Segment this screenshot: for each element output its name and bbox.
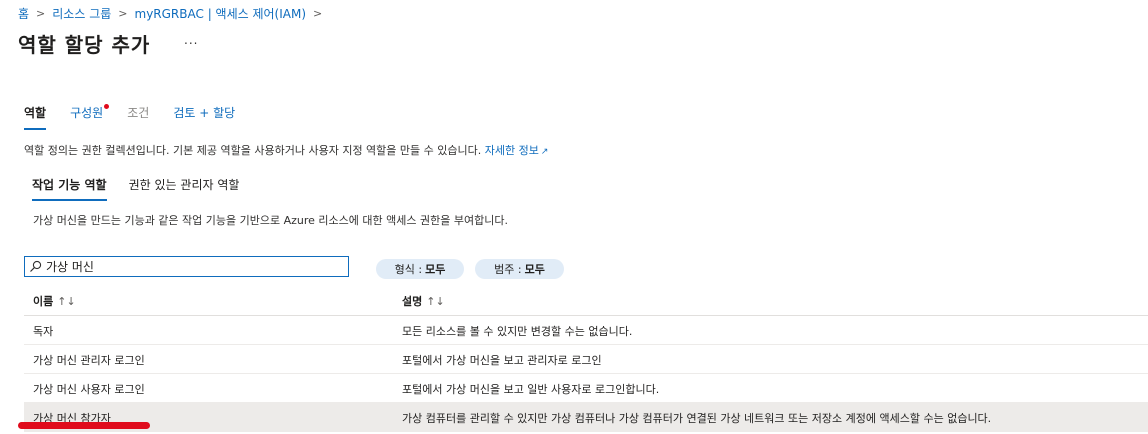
subtab-description: 가상 머신을 만드는 기능과 같은 작업 기능을 기반으로 Azure 리소스에… xyxy=(33,214,508,227)
page-title: 역할 할당 추가 xyxy=(18,33,151,57)
role-description-text: 역할 정의는 권한 컬렉션입니다. 기본 제공 역할을 사용하거나 사용자 지정… xyxy=(24,144,482,157)
column-header-name-label: 이름 xyxy=(33,295,54,308)
more-options-button[interactable]: ... xyxy=(184,33,198,47)
annotation-underline xyxy=(18,422,150,429)
role-description: 역할 정의는 권한 컬렉션입니다. 기본 제공 역할을 사용하거나 사용자 지정… xyxy=(24,142,548,158)
role-type-tabs: 작업 기능 역할 권한 있는 관리자 역할 xyxy=(32,176,261,201)
chevron-right-icon: > xyxy=(36,7,46,20)
table-row[interactable]: 가상 머신 사용자 로그인 포털에서 가상 머신을 보고 일반 사용자로 로그인… xyxy=(24,374,1148,403)
category-filter-value: 모두 xyxy=(524,263,545,276)
sort-icon: ↑↓ xyxy=(426,295,445,308)
column-header-description[interactable]: 설명 ↑↓ xyxy=(402,293,445,309)
role-description: 모든 리소스를 볼 수 있지만 변경할 수는 없습니다. xyxy=(402,325,633,338)
table-header: 이름 ↑↓ 설명 ↑↓ xyxy=(24,286,1148,316)
breadcrumb: 홈 > 리소스 그룹 > myRGRBAC | 액세스 제어(IAM) > xyxy=(18,5,329,22)
search-input[interactable] xyxy=(46,259,326,274)
chevron-right-icon: > xyxy=(313,7,323,20)
subtab-job-function-roles[interactable]: 작업 기능 역할 xyxy=(32,176,107,201)
type-filter-label: 형식 : xyxy=(394,263,423,276)
required-dot-icon xyxy=(104,104,110,109)
column-header-description-label: 설명 xyxy=(402,295,423,308)
breadcrumb-resource-groups[interactable]: 리소스 그룹 xyxy=(52,5,111,22)
role-description: 포털에서 가상 머신을 보고 일반 사용자로 로그인합니다. xyxy=(402,383,660,396)
tab-conditions[interactable]: 조건 xyxy=(127,104,149,130)
type-filter-value: 모두 xyxy=(425,263,446,276)
role-name: 가상 머신 관리자 로그인 xyxy=(33,354,145,367)
role-name: 가상 머신 사용자 로그인 xyxy=(33,383,145,396)
role-search-box[interactable] xyxy=(24,256,349,277)
sort-icon: ↑↓ xyxy=(57,295,76,308)
table-row[interactable]: 독자 모든 리소스를 볼 수 있지만 변경할 수는 없습니다. xyxy=(24,316,1148,345)
tab-role[interactable]: 역할 xyxy=(24,104,47,130)
breadcrumb-home[interactable]: 홈 xyxy=(18,5,29,22)
column-header-name[interactable]: 이름 ↑↓ xyxy=(33,293,76,309)
role-name: 독자 xyxy=(33,325,54,338)
role-description: 가상 컴퓨터를 관리할 수 있지만 가상 컴퓨터나 가상 컴퓨터가 연결된 가상… xyxy=(402,412,992,425)
search-icon xyxy=(30,260,42,272)
table-row-selected[interactable]: 가상 머신 참가자 가상 컴퓨터를 관리할 수 있지만 가상 컴퓨터나 가상 컴… xyxy=(24,403,1148,432)
tab-members-label: 구성원 xyxy=(70,106,104,120)
table-row[interactable]: 가상 머신 관리자 로그인 포털에서 가상 머신을 보고 관리자로 로그인 xyxy=(24,345,1148,374)
subtab-privileged-admin-roles[interactable]: 권한 있는 관리자 역할 xyxy=(129,176,240,201)
wizard-tabs: 역할 구성원 조건 검토 + 할당 xyxy=(24,104,259,130)
breadcrumb-iam[interactable]: myRGRBAC | 액세스 제어(IAM) xyxy=(135,5,307,22)
type-filter-pill[interactable]: 형식 : 모두 xyxy=(376,259,464,279)
tab-review-assign[interactable]: 검토 + 할당 xyxy=(173,104,235,130)
learn-more-link[interactable]: 자세한 정보 xyxy=(485,144,539,157)
chevron-right-icon: > xyxy=(118,7,128,20)
role-description: 포털에서 가상 머신을 보고 관리자로 로그인 xyxy=(402,354,602,367)
tab-members[interactable]: 구성원 xyxy=(70,104,110,130)
category-filter-label: 범주 : xyxy=(494,263,522,276)
category-filter-pill[interactable]: 범주 : 모두 xyxy=(475,259,564,279)
external-link-icon: ↗ xyxy=(540,147,549,157)
